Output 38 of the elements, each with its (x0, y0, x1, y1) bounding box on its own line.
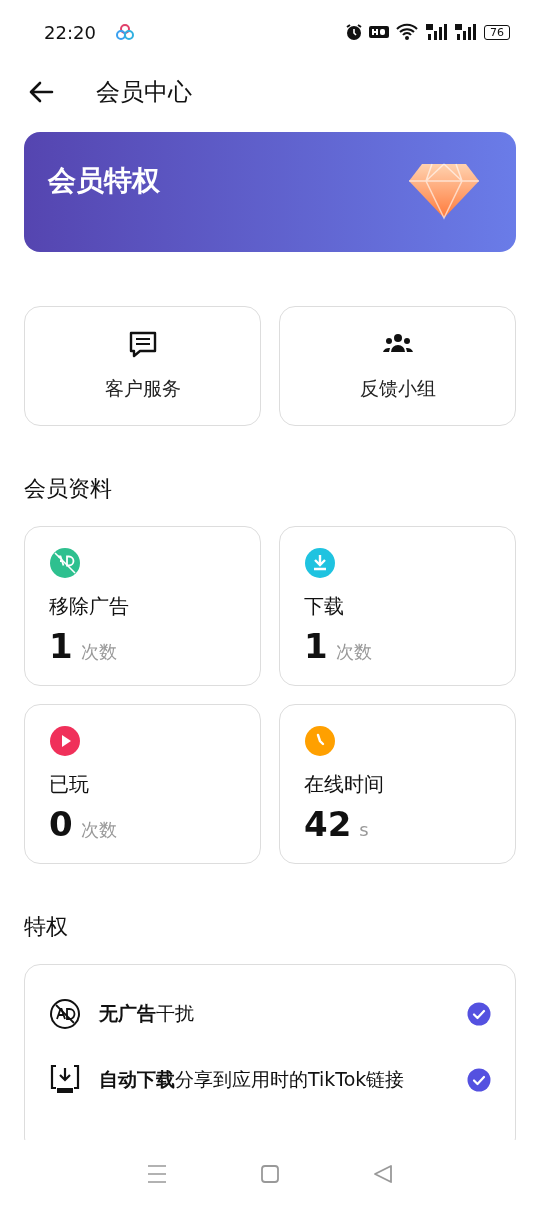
section-heading: 会员资料 (24, 475, 113, 503)
stat-unit: s (359, 819, 369, 840)
service-card[interactable]: 客户服务 (24, 306, 261, 426)
stat-value: 0 (49, 804, 73, 844)
ad-off-icon (49, 998, 81, 1030)
stat-value: 1 (304, 626, 328, 666)
stat-value: 42 (304, 804, 352, 844)
stat-unit: 次数 (80, 818, 117, 842)
page-title: 会员中心 (96, 77, 192, 108)
diamond-icon (408, 162, 480, 220)
auto-download-icon (49, 1064, 81, 1096)
stat-label: 已玩 (49, 771, 89, 798)
service-label: 客户服务 (104, 376, 181, 401)
menu-icon[interactable] (145, 1162, 168, 1185)
stat-label: 在线时间 (304, 771, 384, 798)
stat-label: 下载 (304, 593, 344, 620)
service-label: 反馈小组 (359, 376, 436, 401)
banner-title: 会员特权 (48, 163, 160, 199)
home-icon[interactable] (259, 1162, 281, 1185)
stat-unit: 次数 (80, 640, 117, 664)
privilege-text: 无广告干扰 (99, 1001, 195, 1026)
privilege-text: 自动下载分享到应用时的TikTok链接 (99, 1067, 406, 1092)
hd-icon (368, 24, 390, 40)
section-heading: 特权 (24, 913, 69, 941)
chat-icon (127, 330, 158, 358)
back-icon[interactable] (372, 1162, 395, 1185)
stat-value: 1 (49, 626, 73, 666)
back-arrow-icon (28, 81, 54, 103)
battery-level: 76 (484, 24, 510, 40)
service-card[interactable]: 反馈小组 (279, 306, 516, 426)
signal-icon (453, 23, 477, 41)
stat-label: 移除广告 (49, 593, 129, 620)
alarm-icon (345, 23, 363, 41)
wifi-icon (395, 23, 419, 41)
clock-time: 22:20 (44, 21, 96, 43)
stat-unit: 次数 (335, 640, 372, 664)
signal-icon (424, 23, 448, 41)
app-icon (114, 22, 135, 42)
